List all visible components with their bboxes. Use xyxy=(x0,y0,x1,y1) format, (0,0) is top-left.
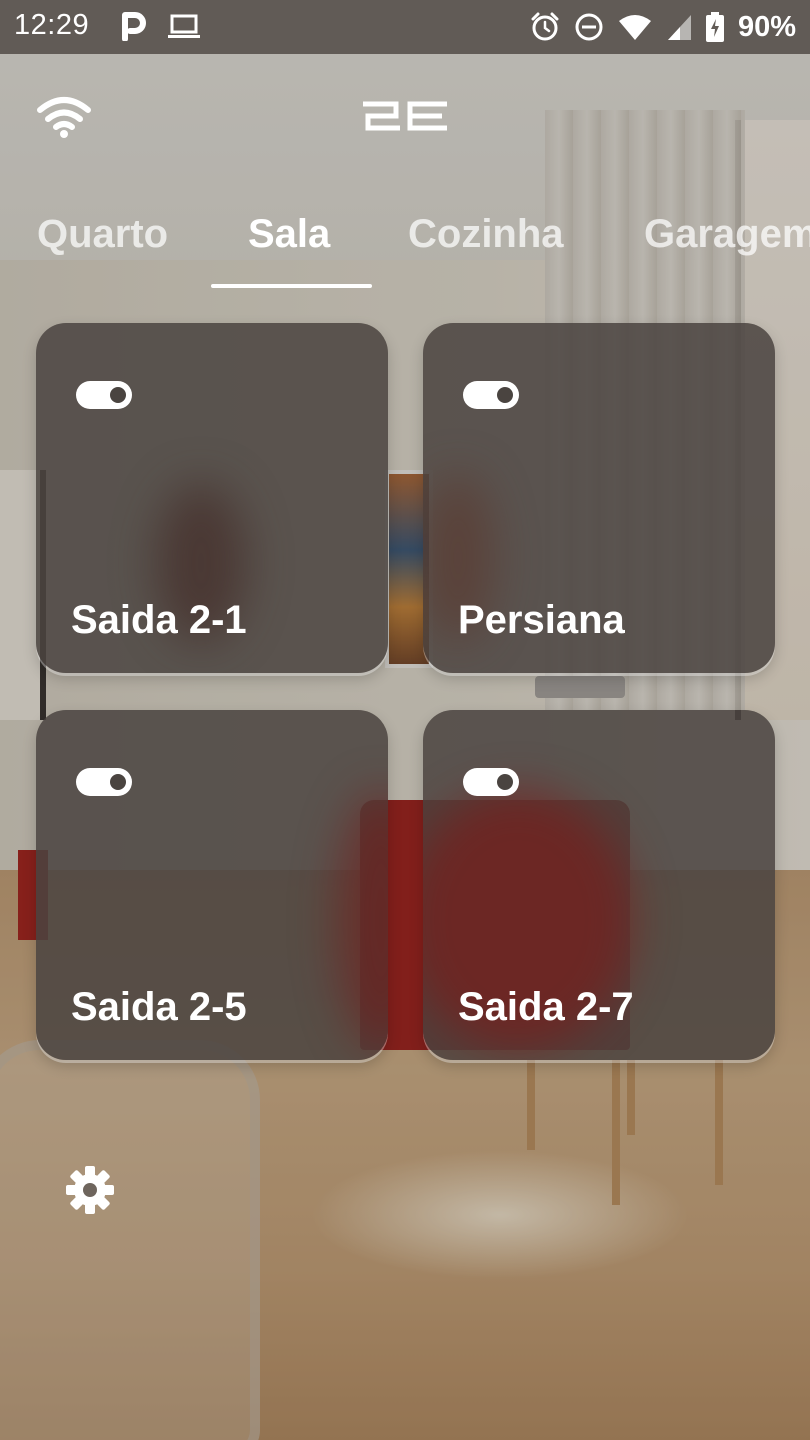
status-bar: 12:29 90% xyxy=(0,0,810,54)
device-card-label: Saida 2-7 xyxy=(458,985,634,1029)
active-tab-indicator xyxy=(211,284,372,288)
device-card-saida-2-1[interactable]: Saida 2-1 xyxy=(36,323,388,673)
toggle-on-icon[interactable] xyxy=(76,381,132,409)
cell-signal-icon xyxy=(667,15,691,40)
room-tabs: Quarto Sala Cozinha Garagem xyxy=(0,200,810,290)
battery-charging-icon xyxy=(705,12,724,42)
device-card-label: Saida 2-1 xyxy=(71,598,247,642)
tab-cozinha[interactable]: Cozinha xyxy=(408,212,564,257)
device-card-label: Saida 2-5 xyxy=(71,985,247,1029)
tab-sala[interactable]: Sala xyxy=(248,212,330,257)
toggle-on-icon[interactable] xyxy=(76,768,132,796)
alarm-icon xyxy=(531,12,559,41)
device-card-persiana[interactable]: Persiana xyxy=(423,323,775,673)
app-logo xyxy=(363,101,447,131)
battery-percentage: 90% xyxy=(737,10,796,43)
laptop-icon xyxy=(168,14,200,38)
gear-icon[interactable] xyxy=(64,1164,116,1216)
device-card-saida-2-7[interactable]: Saida 2-7 xyxy=(423,710,775,1060)
parking-p-icon xyxy=(122,12,146,41)
wifi-signal-icon xyxy=(618,15,651,40)
device-card-saida-2-5[interactable]: Saida 2-5 xyxy=(36,710,388,1060)
device-card-label: Persiana xyxy=(458,598,625,642)
tab-quarto[interactable]: Quarto xyxy=(37,212,168,257)
wifi-icon[interactable] xyxy=(36,96,92,140)
toggle-on-icon[interactable] xyxy=(463,768,519,796)
status-time: 12:29 xyxy=(14,9,90,41)
status-system-icons: 90% xyxy=(530,0,796,54)
toggle-on-icon[interactable] xyxy=(463,381,519,409)
do-not-disturb-icon xyxy=(575,13,603,41)
tab-garagem[interactable]: Garagem xyxy=(644,212,810,257)
